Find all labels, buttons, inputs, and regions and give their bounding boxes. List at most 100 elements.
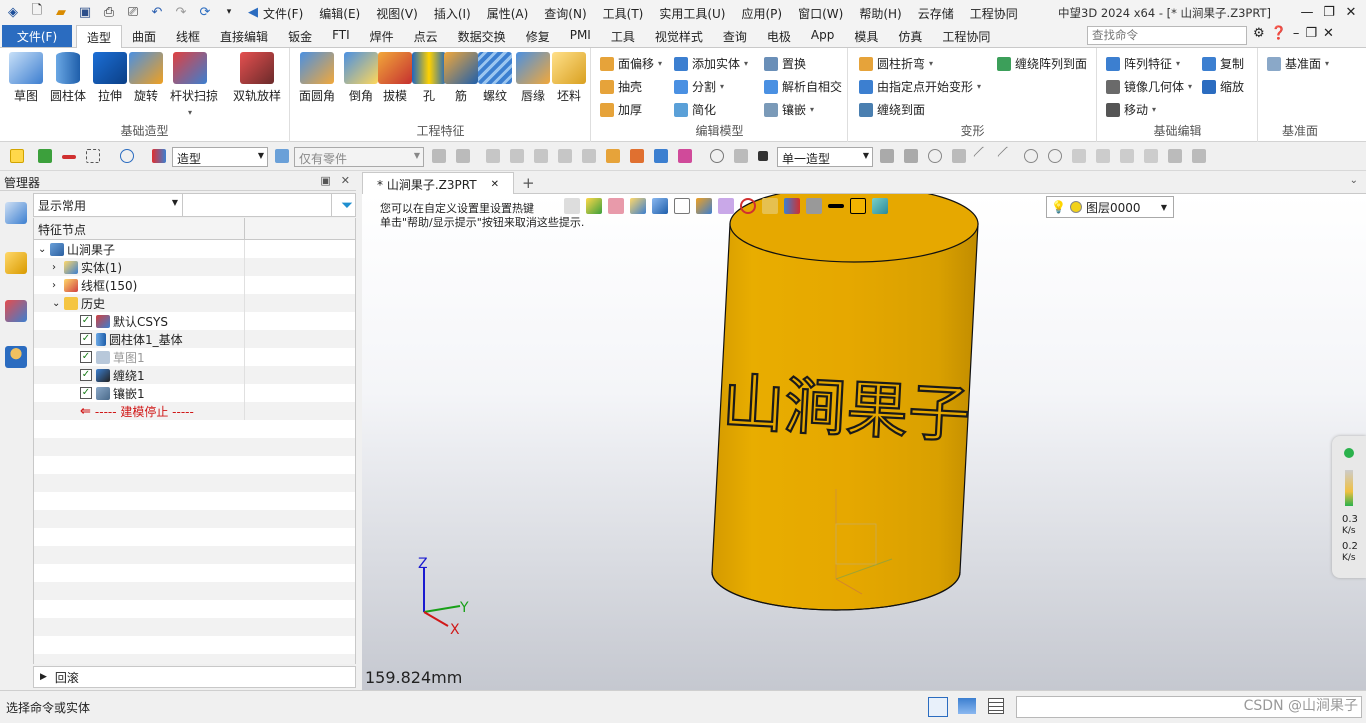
rod-sweep-button[interactable]: 杆状扫掠 ▾ <box>170 52 218 118</box>
close-icon[interactable]: ✕ <box>1340 2 1362 22</box>
snap-icon-10[interactable] <box>1096 149 1110 163</box>
filter-text-field[interactable] <box>184 194 332 216</box>
cylinder-bend-button[interactable]: 圆柱折弯 ▾ <box>859 55 933 72</box>
tab-simulation[interactable]: 仿真 <box>888 25 932 48</box>
tab-point-cloud[interactable]: 点云 <box>404 25 448 48</box>
menu-collaboration[interactable]: 工程协同 <box>962 2 1026 25</box>
view-back-icon[interactable] <box>564 198 580 214</box>
wire-cube-icon[interactable] <box>674 198 690 214</box>
toolbar-icon-n[interactable] <box>758 151 768 161</box>
tree-node-inlay[interactable]: ✓ 镶嵌1 <box>34 384 356 402</box>
command-search-input[interactable] <box>1087 26 1247 45</box>
face-fillet-button[interactable]: 面圆角 <box>297 52 337 104</box>
toolbar-icon-b[interactable] <box>456 149 470 163</box>
status-icon-1[interactable] <box>928 697 948 717</box>
menu-query[interactable]: 查询(N) <box>536 2 594 25</box>
menu-tools[interactable]: 工具(T) <box>595 2 652 25</box>
tab-visual-style[interactable]: 视觉样式 <box>645 25 713 48</box>
tree-node-wireframe[interactable]: › 线框(150) <box>34 276 356 294</box>
resolve-self-intersect-button[interactable]: 解析自相交 <box>764 78 842 95</box>
status-icon-2[interactable] <box>958 698 976 714</box>
undo-icon[interactable]: ↶ <box>146 2 168 22</box>
tab-close-icon[interactable]: ✕ <box>491 179 499 190</box>
menu-view[interactable]: 视图(V) <box>368 2 426 25</box>
snap-icon-9[interactable] <box>1072 149 1086 163</box>
toolbar-icon-k[interactable] <box>678 149 692 163</box>
mirror-geometry-button[interactable]: 镜像几何体 ▾ <box>1106 78 1192 95</box>
expand-chevron-icon[interactable]: › <box>52 262 64 273</box>
pin-icon[interactable]: ▣ <box>320 174 330 187</box>
rollback-expand-icon[interactable]: ▶ <box>40 672 47 682</box>
snap-icon-7[interactable] <box>1024 149 1038 163</box>
tab-direct-edit[interactable]: 直接编辑 <box>210 25 278 48</box>
rebuild-icon[interactable]: ⟳ <box>194 2 216 22</box>
split-button[interactable]: 分割 ▾ <box>674 78 724 95</box>
snap-icon-12[interactable] <box>1144 149 1158 163</box>
thicken-button[interactable]: 加厚 <box>600 101 642 118</box>
toolbar-icon-c[interactable] <box>486 149 500 163</box>
tree-node-history[interactable]: ⌄ 历史 <box>34 294 356 312</box>
menu-insert[interactable]: 插入(I) <box>426 2 479 25</box>
menu-apps[interactable]: 应用(P) <box>734 2 791 25</box>
document-tab[interactable]: * 山涧果子.Z3PRT ✕ <box>362 172 514 195</box>
new-tab-icon[interactable]: + <box>522 174 535 192</box>
box-select-icon[interactable] <box>86 149 100 163</box>
toolbar-icon-e[interactable] <box>534 149 548 163</box>
tab-query[interactable]: 查询 <box>713 25 757 48</box>
pattern-feature-button[interactable]: 阵列特征 ▾ <box>1106 55 1180 72</box>
tree-node-solid[interactable]: › 实体(1) <box>34 258 356 276</box>
inlay-button[interactable]: 镶嵌 ▾ <box>764 101 814 118</box>
visibility-checkbox[interactable]: ✓ <box>80 333 92 345</box>
menu-help[interactable]: 帮助(H) <box>851 2 909 25</box>
section-icon[interactable] <box>784 198 800 214</box>
toolbar-icon-g[interactable] <box>582 149 596 163</box>
tree-node-sketch[interactable]: ✓ 草图1 <box>34 348 356 366</box>
customize-dropdown-icon[interactable]: ▾ <box>218 2 240 22</box>
face-offset-button[interactable]: 面偏移 ▾ <box>600 55 662 72</box>
replace-button[interactable]: 置换 <box>764 55 806 72</box>
tab-data-exchange[interactable]: 数据交换 <box>448 25 516 48</box>
print-preview-icon[interactable]: ⎚ <box>122 2 144 22</box>
scale-button[interactable]: 缩放 <box>1202 78 1244 95</box>
toolbar-icon-d[interactable] <box>510 149 524 163</box>
toolbar-icon-i[interactable] <box>630 149 644 163</box>
snap-icon-11[interactable] <box>1120 149 1134 163</box>
tab-list-icon[interactable]: ⌄ <box>1350 175 1358 186</box>
wrap-pattern-to-face-button[interactable]: 缠绕阵列到面 <box>997 55 1087 72</box>
menu-window[interactable]: 窗口(W) <box>790 2 851 25</box>
menu-attribute[interactable]: 属性(A) <box>479 2 537 25</box>
tab-weldment[interactable]: 焊件 <box>360 25 404 48</box>
toolbar-icon-l[interactable] <box>710 149 724 163</box>
modeling-stop-marker[interactable]: ⇐ ----- 建模停止 ----- <box>34 402 356 420</box>
modeling-type-combo[interactable]: 单一造型 ▼ <box>777 147 873 167</box>
dual-rail-loft-button[interactable]: 双轨放样 <box>232 52 282 104</box>
view-manager-icon[interactable] <box>5 300 27 322</box>
add-icon[interactable] <box>38 149 52 163</box>
tree-node-csys[interactable]: ✓ 默认CSYS <box>34 312 356 330</box>
rollback-bar[interactable]: ▶ 回滚 <box>33 666 356 688</box>
face-color-swatch[interactable] <box>850 198 866 214</box>
display-icon[interactable] <box>762 198 778 214</box>
simplify-button[interactable]: 简化 <box>674 101 716 118</box>
visibility-checkbox[interactable]: ✓ <box>80 387 92 399</box>
snap-icon-4[interactable] <box>952 149 966 163</box>
doc-restore-icon[interactable]: ❐ <box>1305 26 1317 41</box>
snap-icon-8[interactable] <box>1048 149 1062 163</box>
polygon-select-icon[interactable] <box>120 149 134 163</box>
zoom-box-icon[interactable] <box>718 198 734 214</box>
move-button[interactable]: 移动 ▾ <box>1106 101 1156 118</box>
snap-icon-1[interactable] <box>880 149 894 163</box>
cube-view-icon[interactable] <box>652 198 668 214</box>
menu-cloud-storage[interactable]: 云存储 <box>910 2 962 25</box>
status-icon-3[interactable] <box>988 698 1004 714</box>
select-pointer-icon[interactable] <box>10 149 24 163</box>
toolbar-icon-f[interactable] <box>558 149 572 163</box>
minimize-icon[interactable]: — <box>1296 2 1318 22</box>
filter-funnel-icon[interactable]: ⏷ <box>341 196 353 214</box>
snap-icon-2[interactable] <box>904 149 918 163</box>
snap-icon-3[interactable] <box>928 149 942 163</box>
toolbar-icon-m[interactable] <box>734 149 748 163</box>
collapse-chevron-icon[interactable]: ⌄ <box>52 298 64 309</box>
tab-repair[interactable]: 修复 <box>516 25 560 48</box>
filter-part-icon[interactable] <box>275 149 289 163</box>
